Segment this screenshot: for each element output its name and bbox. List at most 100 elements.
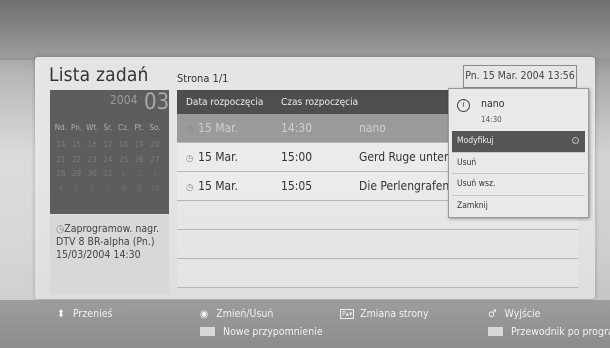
exit-icon: ♂	[488, 308, 497, 320]
legend-page-change: P▴▾ Zmiana strony	[340, 308, 429, 320]
calendar-day[interactable]: 26	[131, 155, 147, 170]
calendar-day[interactable]: 20	[147, 140, 163, 155]
row-time: 15:00	[281, 150, 313, 164]
calendar-month: 03	[144, 90, 170, 115]
page-indicator: Strona 1/1	[177, 72, 229, 85]
page-button-icon: P▴▾	[340, 309, 355, 319]
calendar-day[interactable]: 28	[53, 169, 69, 184]
popup-program-time: 14:30	[481, 115, 502, 124]
page-title: Lista zadań	[49, 64, 149, 86]
calendar-day[interactable]: 18	[116, 140, 132, 155]
context-menu: i nano 14:30 Modyfikuj Usuń Usuń wsz. Za…	[448, 88, 589, 218]
button-legend: ⬍ Przenieś ◉ Zmień/Usuń P▴▾ Zmiana strony ♂…	[0, 300, 610, 348]
clock-icon: ◷	[186, 154, 194, 164]
legend-program-guide-label: Przewodnik po programach	[511, 326, 610, 338]
calendar-day[interactable]: 25	[116, 155, 132, 170]
column-header-start-time: Czas rozpoczęcia	[281, 96, 359, 108]
recording-info: ◷Zaprogramow. nagr. DTV 8 BR-alpha (Pn.)…	[50, 215, 169, 294]
row-time: 14:30	[281, 121, 313, 135]
clock-icon: ◷	[186, 183, 194, 193]
row-title: Gerd Ruge unterwe	[359, 150, 449, 164]
calendar-day[interactable]: 19	[131, 140, 147, 155]
row-date-text: 15 Mar.	[198, 179, 238, 193]
calendar-day[interactable]: 6	[84, 184, 100, 199]
calendar-weekday-header: Nd. Pn. Wt. Śr. Cz. Pt. So.	[53, 123, 163, 132]
menu-item-label: Modyfikuj	[457, 136, 494, 146]
row-date: ◷ 15 Mar.	[177, 121, 281, 135]
clock-icon: ◷	[186, 125, 194, 135]
weekday-label: Nd.	[54, 123, 67, 132]
ok-button-icon: ◉	[200, 308, 209, 320]
calendar-day[interactable]: 23	[84, 155, 100, 170]
row-time: 15:05	[281, 179, 313, 193]
calendar-day[interactable]: 4	[53, 184, 69, 199]
calendar-week: 14 15 16 17 18 19 20	[53, 140, 163, 155]
calendar-week: 21 22 23 24 25 26 27	[53, 155, 163, 170]
legend-new-reminder: Nowe przypomnienie	[200, 326, 323, 338]
calendar-days: 14 15 16 17 18 19 20 21 22 23 24 25 26 2…	[53, 140, 163, 198]
calendar-day[interactable]: 14	[53, 140, 69, 155]
calendar-day[interactable]: 30	[84, 169, 100, 184]
info-icon: i	[457, 99, 470, 112]
calendar-day[interactable]: 27	[147, 155, 163, 170]
weekday-label: Pt.	[134, 123, 144, 132]
row-title: Die Perlengrafen	[359, 179, 449, 193]
weekday-label: Śr.	[103, 123, 113, 132]
row-date-text: 15 Mar.	[198, 150, 238, 164]
background-top-band	[0, 0, 610, 58]
menu-item-delete-all[interactable]: Usuń wsz.	[452, 174, 585, 196]
row-date: ◷ 15 Mar.	[177, 150, 281, 164]
weekday-label: Pn.	[71, 123, 83, 132]
row-date: ◷ 15 Mar.	[177, 179, 281, 193]
legend-exit: ♂ Wyjście	[488, 308, 540, 320]
calendar-day[interactable]: 16	[84, 140, 100, 155]
calendar-day[interactable]: 21	[53, 155, 69, 170]
clock-icon: ◷	[56, 223, 65, 235]
weekday-label: Wt.	[86, 123, 99, 132]
table-row-empty[interactable]	[177, 230, 578, 259]
calendar-day[interactable]: 9	[131, 184, 147, 199]
current-datetime: Pn. 15 Mar. 2004 13:56	[463, 65, 577, 88]
table-row-empty[interactable]	[177, 259, 578, 288]
color-key-icon	[488, 327, 503, 336]
recording-info-text: Zaprogramow. nagr. DTV 8 BR-alpha (Pn.) …	[56, 223, 160, 261]
calendar-day[interactable]: 31	[100, 169, 116, 184]
popup-program-name: nano	[481, 98, 505, 110]
calendar-day[interactable]: 29	[69, 169, 85, 184]
row-date-text: 15 Mar.	[198, 121, 238, 135]
calendar-day[interactable]: 3	[147, 169, 163, 184]
row-title: nano	[359, 121, 386, 135]
calendar-day[interactable]: 10	[147, 184, 163, 199]
menu-item-delete[interactable]: Usuń	[452, 153, 585, 174]
legend-new-reminder-label: Nowe przypomnienie	[223, 326, 323, 338]
legend-move-label: Przenieś	[72, 308, 113, 320]
column-header-start-date: Data rozpoczęcia	[186, 96, 264, 108]
context-menu-items: Modyfikuj Usuń Usuń wsz. Zamknij	[452, 131, 585, 216]
up-down-arrows-icon: ⬍	[57, 308, 65, 320]
weekday-label: Cz.	[118, 123, 130, 132]
calendar-day[interactable]: 15	[69, 140, 85, 155]
legend-change-delete-label: Zmień/Usuń	[216, 308, 274, 320]
calendar-day[interactable]: 1	[116, 169, 132, 184]
calendar-day[interactable]: 2	[131, 169, 147, 184]
calendar-year: 2004	[110, 93, 138, 107]
calendar-day[interactable]: 17	[100, 140, 116, 155]
calendar-day[interactable]: 24	[100, 155, 116, 170]
calendar-day[interactable]: 7	[100, 184, 116, 199]
legend-exit-label: Wyjście	[504, 308, 541, 320]
calendar-week: 28 29 30 31 1 2 3	[53, 169, 163, 184]
menu-item-modify[interactable]: Modyfikuj	[452, 131, 585, 153]
menu-item-close[interactable]: Zamknij	[452, 196, 585, 217]
weekday-label: So.	[149, 123, 161, 132]
calendar-day[interactable]: 22	[69, 155, 85, 170]
legend-program-guide: Przewodnik po programach	[488, 326, 610, 338]
calendar-week: 4 5 6 7 8 9 10	[53, 184, 163, 199]
background-shape-left	[0, 60, 40, 300]
legend-move: ⬍ Przenieś	[57, 308, 112, 320]
legend-page-change-label: Zmiana strony	[360, 308, 429, 320]
calendar-day[interactable]: 8	[116, 184, 132, 199]
calendar-day[interactable]: 5	[69, 184, 85, 199]
calendar: 2004 03 Nd. Pn. Wt. Śr. Cz. Pt. So. 14 1…	[50, 90, 169, 214]
legend-change-delete: ◉ Zmień/Usuń	[200, 308, 273, 320]
ok-icon	[572, 137, 579, 144]
